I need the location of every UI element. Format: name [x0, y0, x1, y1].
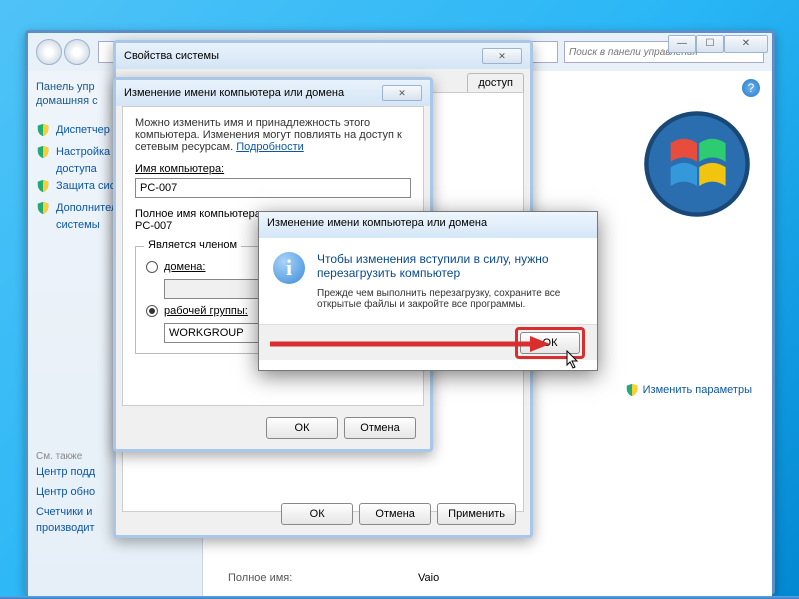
- restart-message-box: Изменение имени компьютера или домена i …: [258, 211, 598, 371]
- back-button[interactable]: [36, 39, 62, 65]
- dialog-body: i Чтобы изменения вступили в силу, нужно…: [259, 238, 597, 324]
- help-icon[interactable]: ?: [742, 79, 760, 97]
- dialog-footer: ОК: [259, 324, 597, 360]
- apply-button[interactable]: Применить: [437, 503, 516, 525]
- tab-remote-access[interactable]: доступ: [467, 73, 524, 92]
- ok-button[interactable]: ОК: [281, 503, 353, 525]
- description-text: Можно изменить имя и принадлежность этог…: [135, 117, 411, 153]
- window-controls: — ☐ ✕: [668, 35, 768, 53]
- dialog-titlebar: Изменение имени компьютера или домена: [259, 212, 597, 238]
- computer-name-label: Имя компьютера:: [135, 163, 411, 175]
- ok-button[interactable]: ОК: [520, 332, 580, 354]
- computer-name-input[interactable]: [135, 178, 411, 198]
- shield-icon: [36, 201, 50, 215]
- shield-icon: [625, 383, 639, 397]
- ok-button[interactable]: ОК: [266, 417, 338, 439]
- shield-icon: [36, 179, 50, 193]
- full-name-value: Vaio: [418, 572, 439, 584]
- close-icon[interactable]: ✕: [382, 85, 422, 101]
- close-button[interactable]: ✕: [724, 35, 768, 53]
- radio-icon: [146, 305, 158, 317]
- minimize-button[interactable]: —: [668, 35, 696, 53]
- windows-logo: [642, 109, 752, 219]
- maximize-button[interactable]: ☐: [696, 35, 724, 53]
- cancel-button[interactable]: Отмена: [344, 417, 416, 439]
- detail-row: Полное имя: Vaio: [228, 568, 439, 588]
- dialog-titlebar: Изменение имени компьютера или домена ✕: [116, 80, 430, 106]
- message-main-text: Чтобы изменения вступили в силу, нужно п…: [317, 252, 583, 280]
- dialog-footer: ОК Отмена Применить: [281, 503, 516, 525]
- forward-button[interactable]: [64, 39, 90, 65]
- details-link[interactable]: Подробности: [236, 141, 304, 153]
- message-sub-text: Прежде чем выполнить перезагрузку, сохра…: [317, 288, 583, 310]
- dialog-title: Свойства системы: [124, 50, 219, 62]
- shield-icon: [36, 123, 50, 137]
- dialog-footer: ОК Отмена: [266, 417, 416, 439]
- info-icon: i: [273, 252, 305, 284]
- change-settings-link[interactable]: Изменить параметры: [625, 383, 752, 397]
- ok-highlight: ОК: [515, 327, 585, 359]
- close-icon[interactable]: ✕: [482, 48, 522, 64]
- dialog-title: Изменение имени компьютера или домена: [124, 87, 344, 99]
- radio-icon: [146, 261, 158, 273]
- full-name-label: Полное имя:: [228, 572, 378, 584]
- dialog-titlebar: Свойства системы ✕: [116, 43, 530, 69]
- group-legend: Является членом: [144, 239, 241, 251]
- cancel-button[interactable]: Отмена: [359, 503, 431, 525]
- shield-icon: [36, 145, 50, 159]
